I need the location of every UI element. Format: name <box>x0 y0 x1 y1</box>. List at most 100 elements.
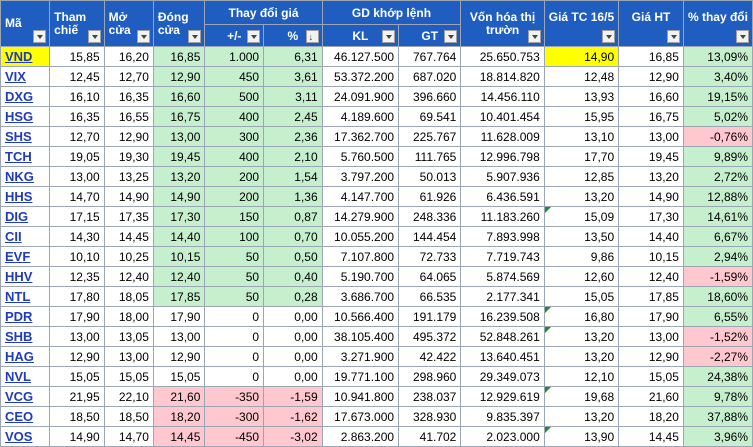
change-pct-cell[interactable]: 0,00 <box>263 306 323 327</box>
change-pct-cell[interactable]: 0,00 <box>263 346 323 367</box>
ref-price-cell[interactable]: 16,10 <box>49 86 105 107</box>
market-cap-cell[interactable]: 18.814.820 <box>460 66 545 87</box>
open-price-cell[interactable]: 13,25 <box>103 166 154 187</box>
ref-price-165-cell[interactable]: 15,05 <box>543 286 620 307</box>
current-price-cell[interactable]: 12,40 <box>618 266 684 287</box>
value-cell[interactable]: 50.013 <box>398 166 462 187</box>
table-row[interactable]: NKG 13,00 13,25 13,20 200 1,54 3.797.200 50.013… <box>0 166 753 187</box>
symbol-cell[interactable]: NKG <box>0 166 51 187</box>
value-cell[interactable]: 64.065 <box>398 266 462 287</box>
close-price-cell[interactable]: 18,20 <box>152 406 206 427</box>
current-price-cell[interactable]: 17,85 <box>618 286 684 307</box>
change-abs-cell[interactable]: 150 <box>204 206 265 227</box>
open-price-cell[interactable]: 16,20 <box>103 46 154 67</box>
ref-price-cell[interactable]: 17,15 <box>49 206 105 227</box>
ref-price-cell[interactable]: 17,90 <box>49 306 105 327</box>
pct-change-cell[interactable]: 12,88% <box>682 186 753 207</box>
change-pct-cell[interactable]: 0,87 <box>263 206 323 227</box>
ref-price-165-cell[interactable]: 12,60 <box>543 266 620 287</box>
market-cap-cell[interactable]: 12.996.798 <box>460 146 545 167</box>
market-cap-cell[interactable]: 5.907.936 <box>460 166 545 187</box>
header-change-pct[interactable]: % <box>263 24 323 47</box>
current-price-cell[interactable]: 19,45 <box>618 146 684 167</box>
ref-price-cell[interactable]: 17,80 <box>49 286 105 307</box>
open-price-cell[interactable]: 16,35 <box>103 86 154 107</box>
ref-price-165-cell[interactable]: 13,20 <box>543 186 620 207</box>
close-price-cell[interactable]: 13,00 <box>152 326 206 347</box>
pct-change-cell[interactable]: -1,59% <box>682 266 753 287</box>
header-change-abs[interactable]: +/- <box>204 24 265 47</box>
volume-cell[interactable]: 10.055.200 <box>321 226 400 247</box>
current-price-cell[interactable]: 14,90 <box>618 186 684 207</box>
symbol-cell[interactable]: PDR <box>0 306 51 327</box>
current-price-cell[interactable]: 14,45 <box>618 426 684 447</box>
table-row[interactable]: VCG 21,95 22,10 21,60 -350 -1,59 10.941.800 238… <box>0 386 753 407</box>
pct-change-cell[interactable]: 37,88% <box>682 406 753 427</box>
ref-price-165-cell[interactable]: 13,90 <box>543 426 620 447</box>
header-kl[interactable]: KL <box>321 24 400 47</box>
table-row[interactable]: NVL 15,05 15,05 15,05 0 0,00 19.771.100 298.960… <box>0 366 753 387</box>
market-cap-cell[interactable]: 2.177.341 <box>460 286 545 307</box>
market-cap-cell[interactable]: 13.640.451 <box>460 346 545 367</box>
pct-change-cell[interactable]: 2,94% <box>682 246 753 267</box>
close-price-cell[interactable]: 15,05 <box>152 366 206 387</box>
open-price-cell[interactable]: 18,00 <box>103 306 154 327</box>
ref-price-165-cell[interactable]: 12,85 <box>543 166 620 187</box>
current-price-cell[interactable]: 14,40 <box>618 226 684 247</box>
symbol-cell[interactable]: CEO <box>0 406 51 427</box>
filter-dropdown-icon[interactable] <box>87 30 101 43</box>
change-pct-cell[interactable]: 0,40 <box>263 266 323 287</box>
change-abs-cell[interactable]: 100 <box>204 226 265 247</box>
change-abs-cell[interactable]: 450 <box>204 66 265 87</box>
volume-cell[interactable]: 2.863.200 <box>321 426 400 447</box>
current-price-cell[interactable]: 21,60 <box>618 386 684 407</box>
symbol-cell[interactable]: TCH <box>0 146 51 167</box>
ref-price-165-cell[interactable]: 16,80 <box>543 306 620 327</box>
open-price-cell[interactable]: 14,90 <box>103 186 154 207</box>
market-cap-cell[interactable]: 11.183.260 <box>460 206 545 227</box>
table-row[interactable]: VOS 14,90 14,70 14,45 -450 -3,02 2.863.200 41.7… <box>0 426 753 447</box>
open-price-cell[interactable]: 16,55 <box>103 106 154 127</box>
open-price-cell[interactable]: 18,50 <box>103 406 154 427</box>
change-pct-cell[interactable]: 0,00 <box>263 326 323 347</box>
filter-dropdown-icon[interactable] <box>188 30 202 43</box>
volume-cell[interactable]: 5.190.700 <box>321 266 400 287</box>
ref-price-165-cell[interactable]: 9,86 <box>543 246 620 267</box>
change-abs-cell[interactable]: 200 <box>204 166 265 187</box>
volume-cell[interactable]: 19.771.100 <box>321 366 400 387</box>
table-row[interactable]: DXG 16,10 16,35 16,60 500 3,11 24.091.900 396.6… <box>0 86 753 107</box>
volume-cell[interactable]: 10.941.800 <box>321 386 400 407</box>
change-abs-cell[interactable]: 50 <box>204 286 265 307</box>
value-cell[interactable]: 66.535 <box>398 286 462 307</box>
market-cap-cell[interactable]: 7.893.998 <box>460 226 545 247</box>
symbol-cell[interactable]: HSG <box>0 106 51 127</box>
close-price-cell[interactable]: 10,15 <box>152 246 206 267</box>
value-cell[interactable]: 767.764 <box>398 46 462 67</box>
symbol-cell[interactable]: VIX <box>0 66 51 87</box>
symbol-cell[interactable]: HAG <box>0 346 51 367</box>
ref-price-165-cell[interactable]: 13,20 <box>543 346 620 367</box>
change-pct-cell[interactable]: -1,59 <box>263 386 323 407</box>
pct-change-cell[interactable]: 5,02% <box>682 106 753 127</box>
ref-price-165-cell[interactable]: 19,68 <box>543 386 620 407</box>
close-price-cell[interactable]: 13,20 <box>152 166 206 187</box>
ref-price-cell[interactable]: 18,50 <box>49 406 105 427</box>
market-cap-cell[interactable]: 29.349.073 <box>460 366 545 387</box>
market-cap-cell[interactable]: 2.023.000 <box>460 426 545 447</box>
close-price-cell[interactable]: 14,40 <box>152 226 206 247</box>
symbol-cell[interactable]: DXG <box>0 86 51 107</box>
ref-price-165-cell[interactable]: 13,93 <box>543 86 620 107</box>
value-cell[interactable]: 687.020 <box>398 66 462 87</box>
header-gia-tc[interactable]: Giá TC 16/5 <box>543 0 620 47</box>
change-abs-cell[interactable]: 1.000 <box>204 46 265 67</box>
header-tham-chieu[interactable]: Tham chiế <box>49 0 105 47</box>
current-price-cell[interactable]: 16,60 <box>618 86 684 107</box>
current-price-cell[interactable]: 17,90 <box>618 306 684 327</box>
close-price-cell[interactable]: 12,40 <box>152 266 206 287</box>
volume-cell[interactable]: 17.362.700 <box>321 126 400 147</box>
table-row[interactable]: HHV 12,35 12,40 12,40 50 0,40 5.190.700 64.065 5… <box>0 266 753 287</box>
table-row[interactable]: NTL 17,80 18,05 17,85 50 0,28 3.686.700 66.535 2… <box>0 286 753 307</box>
current-price-cell[interactable]: 15,05 <box>618 366 684 387</box>
table-row[interactable]: TCH 19,05 19,30 19,45 400 2,10 5.760.500 111.76… <box>0 146 753 167</box>
change-pct-cell[interactable]: -1,62 <box>263 406 323 427</box>
